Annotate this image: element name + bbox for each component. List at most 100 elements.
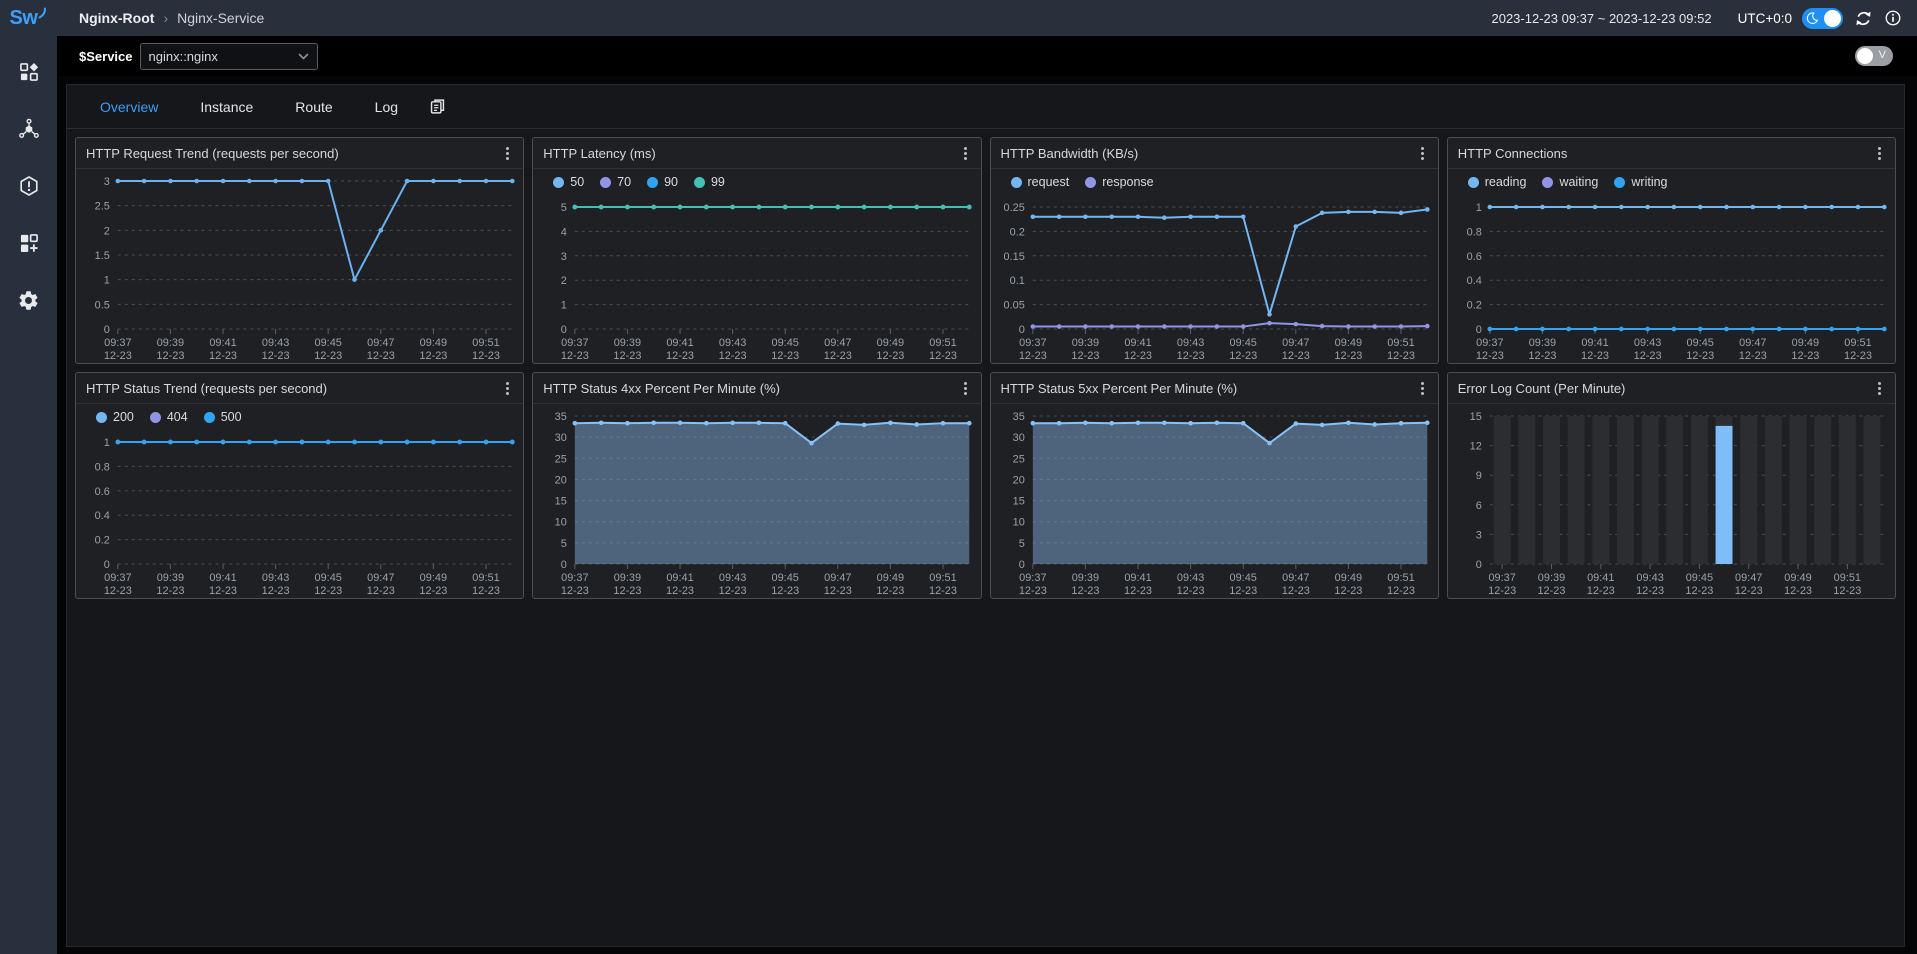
chart-title: HTTP Status Trend (requests per second) xyxy=(86,381,327,396)
info-button[interactable] xyxy=(1883,8,1903,28)
svg-text:0.2: 0.2 xyxy=(1009,226,1024,238)
kebab-menu-icon[interactable] xyxy=(1417,379,1428,398)
refresh-button[interactable] xyxy=(1853,8,1873,28)
svg-text:09:45: 09:45 xyxy=(315,337,342,349)
svg-text:12-23: 12-23 xyxy=(367,585,395,597)
legend-item[interactable]: 90 xyxy=(647,175,678,189)
version-toggle-label: V xyxy=(1879,49,1886,61)
svg-text:2.5: 2.5 xyxy=(95,201,110,213)
version-toggle[interactable]: V xyxy=(1855,46,1893,66)
chart-plot[interactable]: 00.20.40.60.8109:3712-2309:3912-2309:411… xyxy=(1448,195,1895,363)
tab-log[interactable]: Log xyxy=(354,85,419,129)
svg-text:09:51: 09:51 xyxy=(472,337,499,349)
legend-item[interactable]: 50 xyxy=(553,175,584,189)
svg-text:15: 15 xyxy=(1012,496,1024,508)
chart-card-header: HTTP Status 5xx Percent Per Minute (%) xyxy=(991,373,1438,404)
svg-text:12-23: 12-23 xyxy=(614,350,642,362)
tab-instance[interactable]: Instance xyxy=(179,85,274,129)
kebab-menu-icon[interactable] xyxy=(1874,379,1885,398)
kebab-menu-icon[interactable] xyxy=(502,379,513,398)
legend-dot-icon xyxy=(600,177,611,188)
marketplace-icon xyxy=(18,232,40,254)
legend-item[interactable]: request xyxy=(1011,175,1070,189)
legend-item[interactable]: reading xyxy=(1468,175,1527,189)
svg-text:12-23: 12-23 xyxy=(719,585,747,597)
svg-text:09:41: 09:41 xyxy=(667,572,694,584)
sidebar-item-alerting[interactable] xyxy=(17,174,41,198)
chart-plot[interactable]: 0369121509:3712-2309:3912-2309:4112-2309… xyxy=(1448,404,1895,598)
breadcrumb-root[interactable]: Nginx-Root xyxy=(79,10,154,26)
svg-text:09:51: 09:51 xyxy=(930,572,957,584)
chart-card-http-status-trend: HTTP Status Trend (requests per second) … xyxy=(75,372,524,599)
legend-item[interactable]: 404 xyxy=(150,410,188,424)
svg-text:12-23: 12-23 xyxy=(1587,585,1615,597)
svg-text:09:47: 09:47 xyxy=(1735,572,1762,584)
svg-text:0: 0 xyxy=(104,324,110,336)
chart-card-body: 50709099 01234509:3712-2309:3912-2309:41… xyxy=(533,169,980,363)
legend-dot-icon xyxy=(1614,177,1625,188)
tab-route[interactable]: Route xyxy=(274,85,353,129)
sidebar-item-settings[interactable] xyxy=(17,288,41,312)
kebab-menu-icon[interactable] xyxy=(1874,144,1885,163)
chart-plot[interactable]: 00.20.40.60.8109:3712-2309:3912-2309:411… xyxy=(76,430,523,598)
svg-text:12-23: 12-23 xyxy=(472,350,500,362)
legend-item[interactable]: 99 xyxy=(694,175,725,189)
chart-card-body: 0510152025303509:3712-2309:3912-2309:411… xyxy=(991,404,1438,598)
breadcrumb-leaf[interactable]: Nginx-Service xyxy=(177,10,264,26)
chart-plot[interactable]: 01234509:3712-2309:3912-2309:4112-2309:4… xyxy=(533,195,980,363)
kebab-menu-icon[interactable] xyxy=(960,144,971,163)
legend-dot-icon xyxy=(96,412,107,423)
chart-card-header: HTTP Connections xyxy=(1448,138,1895,169)
legend-item[interactable]: response xyxy=(1085,175,1153,189)
svg-text:09:39: 09:39 xyxy=(1071,337,1098,349)
legend-item[interactable]: 200 xyxy=(96,410,134,424)
svg-text:09:41: 09:41 xyxy=(1587,572,1614,584)
kebab-menu-icon[interactable] xyxy=(960,379,971,398)
svg-text:5: 5 xyxy=(561,538,567,550)
svg-text:09:39: 09:39 xyxy=(1528,337,1555,349)
svg-text:12-23: 12-23 xyxy=(1124,585,1152,597)
svg-text:09:37: 09:37 xyxy=(561,337,588,349)
kebab-menu-icon[interactable] xyxy=(1417,144,1428,163)
svg-text:09:47: 09:47 xyxy=(824,572,851,584)
legend-item[interactable]: writing xyxy=(1614,175,1667,189)
legend-item[interactable]: 500 xyxy=(204,410,242,424)
sidebar-item-topology[interactable] xyxy=(17,117,41,141)
svg-text:12-23: 12-23 xyxy=(104,350,132,362)
svg-text:12-23: 12-23 xyxy=(1018,585,1046,597)
svg-text:12-23: 12-23 xyxy=(1844,350,1872,362)
svg-text:12-23: 12-23 xyxy=(929,350,957,362)
sidebar-item-marketplace[interactable] xyxy=(17,231,41,255)
service-select[interactable]: nginx::nginx xyxy=(140,43,318,70)
legend-item[interactable]: 70 xyxy=(600,175,631,189)
svg-text:1: 1 xyxy=(104,437,110,449)
chart-legend: 50 70 90 99 xyxy=(533,169,980,195)
chart-card-http-status-4xx: HTTP Status 4xx Percent Per Minute (%) 0… xyxy=(532,372,981,599)
logo-text: Sw xyxy=(10,7,38,30)
moon-icon xyxy=(1805,10,1819,31)
sidebar-item-dashboards[interactable] xyxy=(17,60,41,84)
svg-text:0: 0 xyxy=(1476,324,1482,336)
svg-text:12-23: 12-23 xyxy=(367,350,395,362)
time-range-label[interactable]: 2023-12-23 09:37 ~ 2023-12-23 09:52 xyxy=(1491,11,1711,26)
chart-plot[interactable]: 0510152025303509:3712-2309:3912-2309:411… xyxy=(991,404,1438,598)
svg-text:09:47: 09:47 xyxy=(367,337,394,349)
legend-item[interactable]: waiting xyxy=(1542,175,1598,189)
svg-text:9: 9 xyxy=(1476,470,1482,482)
legend-label: writing xyxy=(1631,175,1667,189)
chart-plot[interactable]: 00.511.522.5309:3712-2309:3912-2309:4112… xyxy=(76,169,523,363)
svg-text:09:37: 09:37 xyxy=(1488,572,1515,584)
svg-text:09:45: 09:45 xyxy=(1229,572,1256,584)
kebab-menu-icon[interactable] xyxy=(502,144,513,163)
skywalking-logo[interactable]: Sw xyxy=(0,0,57,36)
tab-overview[interactable]: Overview xyxy=(79,85,179,129)
svg-text:09:37: 09:37 xyxy=(1019,572,1046,584)
tab-list-button[interactable] xyxy=(429,98,446,115)
chart-plot[interactable]: 00.050.10.150.20.2509:3712-2309:3912-230… xyxy=(991,195,1438,363)
svg-text:09:43: 09:43 xyxy=(1634,337,1661,349)
svg-text:12-23: 12-23 xyxy=(262,350,290,362)
theme-toggle[interactable] xyxy=(1802,8,1843,29)
svg-text:12-23: 12-23 xyxy=(1386,585,1414,597)
chart-plot[interactable]: 0510152025303509:3712-2309:3912-2309:411… xyxy=(533,404,980,598)
chart-card-http-status-5xx: HTTP Status 5xx Percent Per Minute (%) 0… xyxy=(990,372,1439,599)
